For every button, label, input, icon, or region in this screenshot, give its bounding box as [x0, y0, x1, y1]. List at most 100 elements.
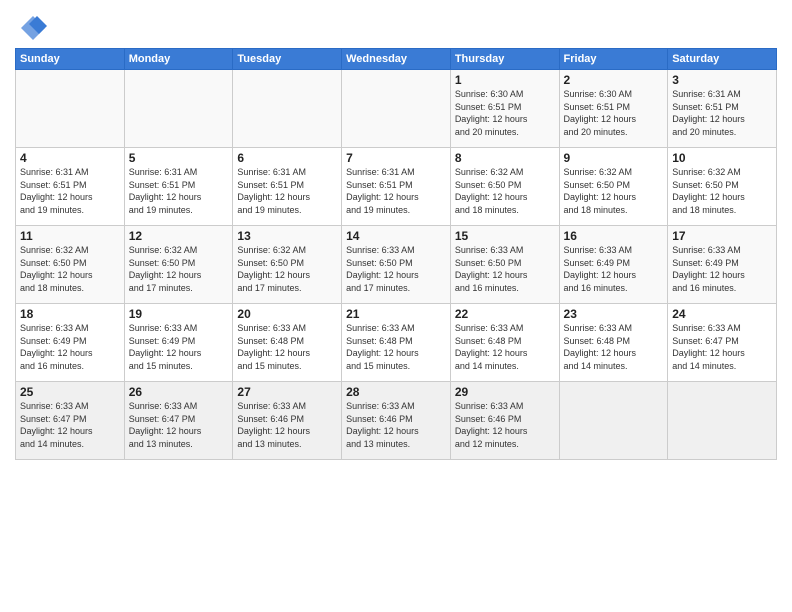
- day-info: Sunrise: 6:33 AM Sunset: 6:47 PM Dayligh…: [20, 400, 120, 450]
- calendar-cell: 15Sunrise: 6:33 AM Sunset: 6:50 PM Dayli…: [450, 226, 559, 304]
- day-number: 29: [455, 385, 555, 399]
- day-number: 6: [237, 151, 337, 165]
- day-info: Sunrise: 6:33 AM Sunset: 6:50 PM Dayligh…: [346, 244, 446, 294]
- day-header: Saturday: [668, 49, 777, 70]
- calendar-cell: 22Sunrise: 6:33 AM Sunset: 6:48 PM Dayli…: [450, 304, 559, 382]
- calendar-cell: 12Sunrise: 6:32 AM Sunset: 6:50 PM Dayli…: [124, 226, 233, 304]
- day-number: 28: [346, 385, 446, 399]
- calendar-cell: 8Sunrise: 6:32 AM Sunset: 6:50 PM Daylig…: [450, 148, 559, 226]
- day-number: 23: [564, 307, 664, 321]
- day-info: Sunrise: 6:33 AM Sunset: 6:47 PM Dayligh…: [129, 400, 229, 450]
- day-number: 16: [564, 229, 664, 243]
- calendar-cell: 25Sunrise: 6:33 AM Sunset: 6:47 PM Dayli…: [16, 382, 125, 460]
- calendar-week: 4Sunrise: 6:31 AM Sunset: 6:51 PM Daylig…: [16, 148, 777, 226]
- day-number: 14: [346, 229, 446, 243]
- day-number: 19: [129, 307, 229, 321]
- day-info: Sunrise: 6:33 AM Sunset: 6:48 PM Dayligh…: [564, 322, 664, 372]
- day-number: 17: [672, 229, 772, 243]
- header-row: SundayMondayTuesdayWednesdayThursdayFrid…: [16, 49, 777, 70]
- calendar-cell: 6Sunrise: 6:31 AM Sunset: 6:51 PM Daylig…: [233, 148, 342, 226]
- day-info: Sunrise: 6:33 AM Sunset: 6:49 PM Dayligh…: [672, 244, 772, 294]
- calendar-cell: 4Sunrise: 6:31 AM Sunset: 6:51 PM Daylig…: [16, 148, 125, 226]
- day-number: 5: [129, 151, 229, 165]
- calendar-cell: [233, 70, 342, 148]
- day-info: Sunrise: 6:33 AM Sunset: 6:46 PM Dayligh…: [237, 400, 337, 450]
- calendar-cell: 23Sunrise: 6:33 AM Sunset: 6:48 PM Dayli…: [559, 304, 668, 382]
- calendar-cell: 10Sunrise: 6:32 AM Sunset: 6:50 PM Dayli…: [668, 148, 777, 226]
- day-number: 20: [237, 307, 337, 321]
- day-info: Sunrise: 6:32 AM Sunset: 6:50 PM Dayligh…: [129, 244, 229, 294]
- day-info: Sunrise: 6:31 AM Sunset: 6:51 PM Dayligh…: [672, 88, 772, 138]
- day-number: 15: [455, 229, 555, 243]
- day-info: Sunrise: 6:30 AM Sunset: 6:51 PM Dayligh…: [564, 88, 664, 138]
- calendar-week: 1Sunrise: 6:30 AM Sunset: 6:51 PM Daylig…: [16, 70, 777, 148]
- day-number: 7: [346, 151, 446, 165]
- day-info: Sunrise: 6:33 AM Sunset: 6:46 PM Dayligh…: [346, 400, 446, 450]
- day-info: Sunrise: 6:33 AM Sunset: 6:46 PM Dayligh…: [455, 400, 555, 450]
- day-number: 12: [129, 229, 229, 243]
- day-number: 22: [455, 307, 555, 321]
- day-number: 8: [455, 151, 555, 165]
- calendar-cell: 7Sunrise: 6:31 AM Sunset: 6:51 PM Daylig…: [342, 148, 451, 226]
- calendar-cell: 29Sunrise: 6:33 AM Sunset: 6:46 PM Dayli…: [450, 382, 559, 460]
- day-info: Sunrise: 6:33 AM Sunset: 6:49 PM Dayligh…: [564, 244, 664, 294]
- calendar-week: 18Sunrise: 6:33 AM Sunset: 6:49 PM Dayli…: [16, 304, 777, 382]
- calendar-table: SundayMondayTuesdayWednesdayThursdayFrid…: [15, 48, 777, 460]
- day-header: Monday: [124, 49, 233, 70]
- calendar-cell: 1Sunrise: 6:30 AM Sunset: 6:51 PM Daylig…: [450, 70, 559, 148]
- day-info: Sunrise: 6:32 AM Sunset: 6:50 PM Dayligh…: [237, 244, 337, 294]
- calendar-cell: 19Sunrise: 6:33 AM Sunset: 6:49 PM Dayli…: [124, 304, 233, 382]
- calendar-cell: 17Sunrise: 6:33 AM Sunset: 6:49 PM Dayli…: [668, 226, 777, 304]
- day-number: 21: [346, 307, 446, 321]
- day-info: Sunrise: 6:33 AM Sunset: 6:48 PM Dayligh…: [237, 322, 337, 372]
- calendar-cell: [342, 70, 451, 148]
- day-info: Sunrise: 6:33 AM Sunset: 6:48 PM Dayligh…: [455, 322, 555, 372]
- day-info: Sunrise: 6:33 AM Sunset: 6:47 PM Dayligh…: [672, 322, 772, 372]
- day-info: Sunrise: 6:30 AM Sunset: 6:51 PM Dayligh…: [455, 88, 555, 138]
- calendar-cell: 18Sunrise: 6:33 AM Sunset: 6:49 PM Dayli…: [16, 304, 125, 382]
- day-number: 2: [564, 73, 664, 87]
- calendar-cell: 3Sunrise: 6:31 AM Sunset: 6:51 PM Daylig…: [668, 70, 777, 148]
- calendar-cell: 5Sunrise: 6:31 AM Sunset: 6:51 PM Daylig…: [124, 148, 233, 226]
- day-header: Tuesday: [233, 49, 342, 70]
- day-header: Thursday: [450, 49, 559, 70]
- calendar-cell: 20Sunrise: 6:33 AM Sunset: 6:48 PM Dayli…: [233, 304, 342, 382]
- day-number: 25: [20, 385, 120, 399]
- day-number: 11: [20, 229, 120, 243]
- calendar-cell: [559, 382, 668, 460]
- day-number: 3: [672, 73, 772, 87]
- day-number: 10: [672, 151, 772, 165]
- calendar-cell: 9Sunrise: 6:32 AM Sunset: 6:50 PM Daylig…: [559, 148, 668, 226]
- calendar-cell: 11Sunrise: 6:32 AM Sunset: 6:50 PM Dayli…: [16, 226, 125, 304]
- calendar-cell: 24Sunrise: 6:33 AM Sunset: 6:47 PM Dayli…: [668, 304, 777, 382]
- day-info: Sunrise: 6:31 AM Sunset: 6:51 PM Dayligh…: [346, 166, 446, 216]
- day-info: Sunrise: 6:33 AM Sunset: 6:48 PM Dayligh…: [346, 322, 446, 372]
- calendar-cell: [16, 70, 125, 148]
- calendar-week: 11 Sunrise: 6:32 AM Sunset: 6:50 PM Dayli…: [16, 226, 777, 304]
- calendar-cell: 2Sunrise: 6:30 AM Sunset: 6:51 PM Daylig…: [559, 70, 668, 148]
- day-header: Wednesday: [342, 49, 451, 70]
- calendar-cell: 27Sunrise: 6:33 AM Sunset: 6:46 PM Dayli…: [233, 382, 342, 460]
- calendar-cell: 13Sunrise: 6:32 AM Sunset: 6:50 PM Dayli…: [233, 226, 342, 304]
- day-number: 13: [237, 229, 337, 243]
- day-info: Sunrise: 6:32 AM Sunset: 6:50 PM Dayligh…: [564, 166, 664, 216]
- day-info: Sunrise: 6:33 AM Sunset: 6:49 PM Dayligh…: [20, 322, 120, 372]
- page: SundayMondayTuesdayWednesdayThursdayFrid…: [0, 0, 792, 612]
- calendar-cell: 21Sunrise: 6:33 AM Sunset: 6:48 PM Dayli…: [342, 304, 451, 382]
- day-number: 1: [455, 73, 555, 87]
- day-number: 26: [129, 385, 229, 399]
- day-info: Sunrise: 6:31 AM Sunset: 6:51 PM Dayligh…: [20, 166, 120, 216]
- calendar-cell: 26Sunrise: 6:33 AM Sunset: 6:47 PM Dayli…: [124, 382, 233, 460]
- calendar-cell: [124, 70, 233, 148]
- day-number: 27: [237, 385, 337, 399]
- day-info: Sunrise: 6:33 AM Sunset: 6:50 PM Dayligh…: [455, 244, 555, 294]
- day-header: Sunday: [16, 49, 125, 70]
- day-info: Sunrise: 6:31 AM Sunset: 6:51 PM Dayligh…: [237, 166, 337, 216]
- header: [15, 10, 777, 42]
- logo-icon: [19, 14, 47, 42]
- day-info: Sunrise: 6:33 AM Sunset: 6:49 PM Dayligh…: [129, 322, 229, 372]
- day-info: Sunrise: 6:32 AM Sunset: 6:50 PM Dayligh…: [455, 166, 555, 216]
- day-number: 18: [20, 307, 120, 321]
- day-info: Sunrise: 6:32 AM Sunset: 6:50 PM Dayligh…: [672, 166, 772, 216]
- logo: [15, 14, 47, 42]
